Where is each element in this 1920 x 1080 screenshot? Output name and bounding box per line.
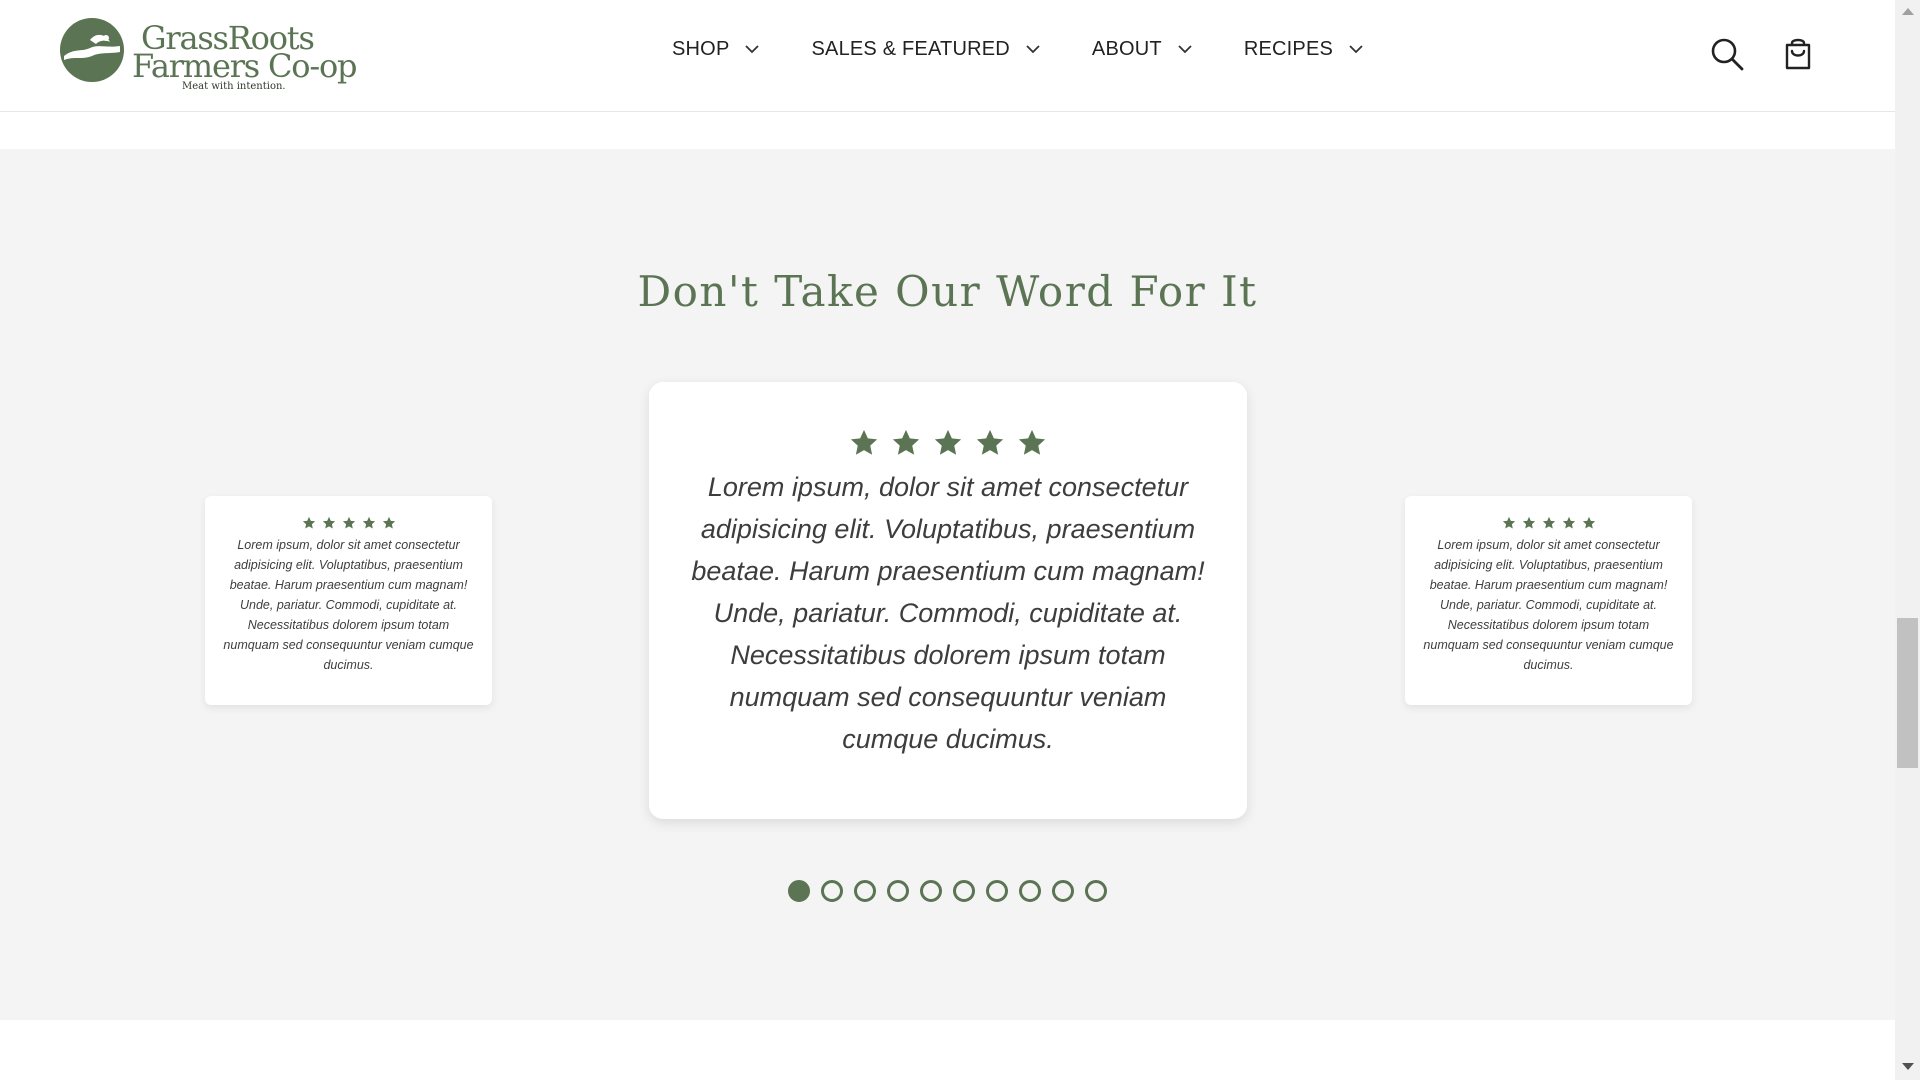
star-icon	[1582, 516, 1595, 529]
star-icon	[850, 429, 878, 455]
carousel-dot-6[interactable]	[953, 880, 975, 902]
testimonials-section: Don't Take Our Word For It Lorem ipsum, …	[0, 149, 1895, 1020]
carousel-dot-5[interactable]	[920, 880, 942, 902]
nav-item-label: RECIPES	[1243, 38, 1334, 60]
nav-item-recipes[interactable]: RECIPES	[1244, 38, 1363, 61]
star-icon	[1522, 516, 1535, 529]
chevron-down-icon	[1026, 45, 1040, 54]
scroll-down-arrow-icon[interactable]	[1902, 1063, 1914, 1070]
scroll-up-arrow-icon[interactable]	[1902, 8, 1914, 15]
nav-item-label: SHOP	[672, 38, 730, 60]
star-icon	[322, 516, 335, 529]
site-header: GrassRoots Farmers Co-op Meat with inten…	[0, 0, 1895, 112]
star-rating	[1421, 516, 1676, 530]
carousel-dot-10[interactable]	[1085, 880, 1107, 902]
star-icon	[302, 516, 315, 529]
brand-logo[interactable]: GrassRoots Farmers Co-op Meat with inten…	[60, 18, 357, 94]
search-icon[interactable]	[1709, 36, 1745, 72]
star-rating	[685, 428, 1211, 458]
testimonial-card-right[interactable]: Lorem ipsum, dolor sit amet consectetur …	[1405, 496, 1692, 705]
testimonial-card-left[interactable]: Lorem ipsum, dolor sit amet consectetur …	[205, 496, 492, 705]
chevron-down-icon	[1178, 45, 1192, 54]
star-icon	[362, 516, 375, 529]
chevron-down-icon	[745, 45, 760, 54]
testimonial-quote: Lorem ipsum, dolor sit amet consectetur …	[691, 472, 1205, 754]
star-icon	[382, 516, 395, 529]
star-icon	[1562, 516, 1575, 529]
shopping-bag-icon[interactable]	[1780, 35, 1816, 71]
nav-item-label: ABOUT	[1091, 38, 1162, 60]
star-icon	[1502, 516, 1515, 529]
star-icon	[976, 429, 1004, 455]
nav-item-label: SALES & FEATURED	[811, 38, 1010, 60]
brand-name-line2: Farmers Co-op	[132, 47, 357, 85]
logo-mark-icon	[60, 18, 124, 82]
carousel-dot-8[interactable]	[1019, 880, 1041, 902]
star-icon	[342, 516, 355, 529]
star-icon	[1018, 429, 1046, 455]
chevron-down-icon	[1349, 45, 1363, 54]
star-icon	[892, 429, 920, 455]
star-icon	[934, 429, 962, 455]
carousel-dot-9[interactable]	[1052, 880, 1074, 902]
testimonial-card-active: Lorem ipsum, dolor sit amet consectetur …	[649, 382, 1247, 819]
scroll-thumb[interactable]	[1897, 618, 1918, 768]
page: GrassRoots Farmers Co-op Meat with inten…	[0, 0, 1920, 1080]
brand-tagline: Meat with intention.	[182, 81, 286, 92]
section-title: Don't Take Our Word For It	[637, 267, 1258, 316]
carousel-pagination	[788, 880, 1118, 902]
page-scrollbar[interactable]	[1895, 0, 1920, 1080]
nav-item-about[interactable]: ABOUT	[1092, 38, 1192, 61]
carousel-dot-3[interactable]	[854, 880, 876, 902]
main-nav: SHOP SALES & FEATURED ABOUT RECIPES	[672, 38, 1415, 61]
star-icon	[1542, 516, 1555, 529]
testimonial-quote: Lorem ipsum, dolor sit amet consectetur …	[1423, 538, 1674, 672]
testimonial-quote: Lorem ipsum, dolor sit amet consectetur …	[223, 538, 474, 672]
carousel-dot-7[interactable]	[986, 880, 1008, 902]
nav-item-sales-featured[interactable]: SALES & FEATURED	[811, 38, 1040, 61]
star-rating	[221, 516, 476, 530]
carousel-dot-1[interactable]	[788, 880, 810, 902]
carousel-dot-4[interactable]	[887, 880, 909, 902]
nav-item-shop[interactable]: SHOP	[672, 38, 760, 61]
carousel-dot-2[interactable]	[821, 880, 843, 902]
